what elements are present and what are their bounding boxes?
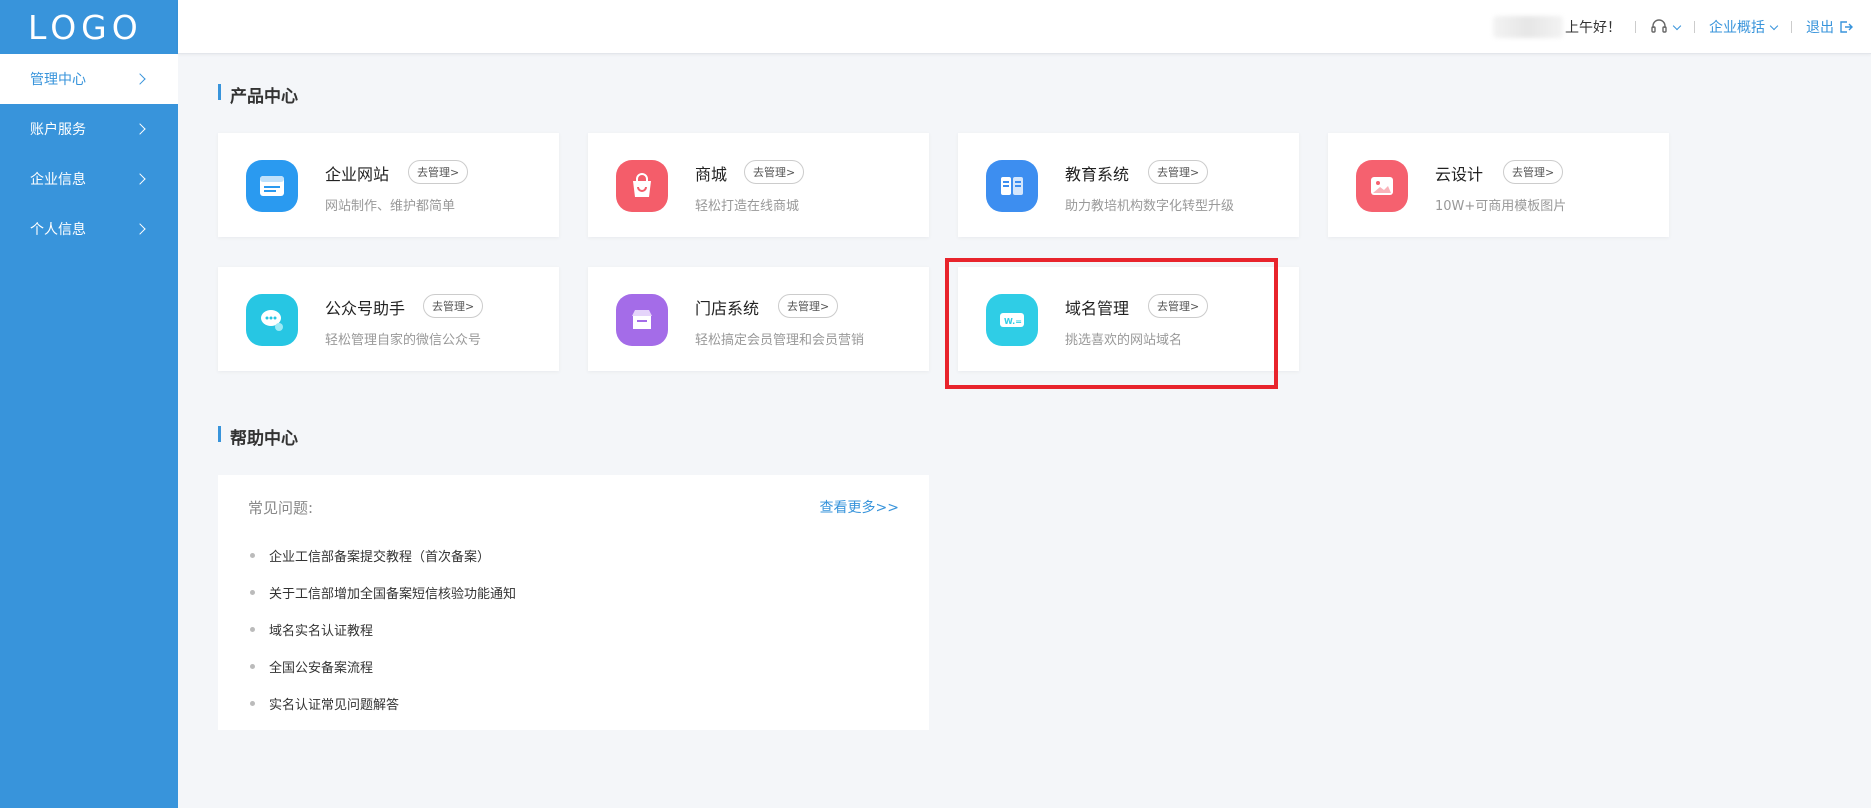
store-icon [616,294,668,346]
manage-button[interactable]: 去管理> [1148,160,1209,184]
manage-button[interactable]: 去管理> [1503,160,1564,184]
chevron-down-icon [1672,21,1682,30]
product-card-education[interactable]: 教育系统 去管理> 助力教培机构数字化转型升级 [958,133,1299,237]
product-name: 公众号助手 [325,299,406,318]
chevron-right-icon [134,173,146,185]
product-card-cloud-design[interactable]: 云设计 去管理> 10W+可商用模板图片 [1328,133,1669,237]
divider [1694,21,1695,33]
faq-item[interactable]: 全国公安备案流程 [250,648,516,685]
bullet-icon [250,627,255,632]
chevron-right-icon [134,223,146,235]
manage-button[interactable]: 去管理> [778,294,839,318]
manage-button[interactable]: 去管理> [408,160,469,184]
faq-item[interactable]: 关于工信部增加全国备案短信核验功能通知 [250,574,516,611]
help-panel: 常见问题: 查看更多>> 企业工信部备案提交教程（首次备案） 关于工信部增加全国… [218,475,929,730]
product-desc: 轻松搞定会员管理和会员营销 [695,333,865,348]
sidebar-item-personal-info[interactable]: 个人信息 [0,204,178,254]
customer-service-dropdown[interactable] [1650,19,1682,35]
product-name: 企业网站 [325,165,390,184]
user-name-blurred [1493,16,1563,38]
chevron-right-icon [134,73,146,85]
view-more-link[interactable]: 查看更多>> [820,497,899,517]
company-overview-label: 企业概括 [1709,20,1765,36]
faq-label: 常见问题: [248,499,314,517]
product-card-store-system[interactable]: 门店系统 去管理> 轻松搞定会员管理和会员营销 [588,267,929,371]
product-card-mall[interactable]: 商城 去管理> 轻松打造在线商城 [588,133,929,237]
faq-item[interactable]: 实名认证常见问题解答 [250,685,516,722]
greeting-text: 上午好！ [1565,20,1621,36]
product-center-title: 产品中心 [218,82,298,107]
manage-button[interactable]: 去管理> [423,294,484,318]
product-desc: 轻松管理自家的微信公众号 [325,333,482,348]
product-desc: 助力教培机构数字化转型升级 [1065,199,1235,214]
book-icon [986,160,1038,212]
product-name: 云设计 [1435,165,1484,184]
product-card-website[interactable]: 企业网站 去管理> 网站制作、维护都简单 [218,133,559,237]
chevron-down-icon [1769,21,1779,30]
top-header: 上午好！ 企业概括 退出 [178,0,1871,54]
divider [1635,21,1636,33]
sidebar-item-label: 个人信息 [30,222,86,238]
sidebar-item-account-service[interactable]: 账户服务 [0,104,178,154]
manage-button[interactable]: 去管理> [744,160,805,184]
logout-link[interactable]: 退出 [1806,17,1853,37]
website-icon [246,160,298,212]
product-name: 教育系统 [1065,165,1130,184]
sidebar-item-label: 管理中心 [30,72,86,88]
bullet-icon [250,664,255,669]
faq-list: 企业工信部备案提交教程（首次备案） 关于工信部增加全国备案短信核验功能通知 域名… [250,537,516,722]
bullet-icon [250,553,255,558]
shopping-bag-icon [616,160,668,212]
sidebar-item-management-center[interactable]: 管理中心 [0,54,178,104]
help-center-title: 帮助中心 [218,424,298,449]
logout-icon [1840,21,1853,33]
chevron-right-icon [134,123,146,135]
product-desc: 10W+可商用模板图片 [1435,199,1567,214]
product-desc: 轻松打造在线商城 [695,199,800,214]
highlight-annotation [945,258,1278,389]
sidebar-item-label: 账户服务 [30,122,86,138]
logout-label: 退出 [1806,20,1834,36]
product-desc: 网站制作、维护都简单 [325,199,456,214]
faq-item[interactable]: 企业工信部备案提交教程（首次备案） [250,537,516,574]
company-overview-dropdown[interactable]: 企业概括 [1709,17,1779,37]
headset-icon [1651,19,1667,33]
product-name: 商城 [695,165,728,184]
image-icon [1356,160,1408,212]
product-name: 门店系统 [695,299,760,318]
bullet-icon [250,590,255,595]
product-card-wechat-assistant[interactable]: 公众号助手 去管理> 轻松管理自家的微信公众号 [218,267,559,371]
faq-item[interactable]: 域名实名认证教程 [250,611,516,648]
logo: LOGO [28,7,143,47]
bullet-icon [250,701,255,706]
divider [1791,21,1792,33]
sidebar: LOGO 管理中心 账户服务 企业信息 个人信息 [0,0,178,808]
sidebar-item-company-info[interactable]: 企业信息 [0,154,178,204]
sidebar-item-label: 企业信息 [30,172,86,188]
wechat-icon [246,294,298,346]
